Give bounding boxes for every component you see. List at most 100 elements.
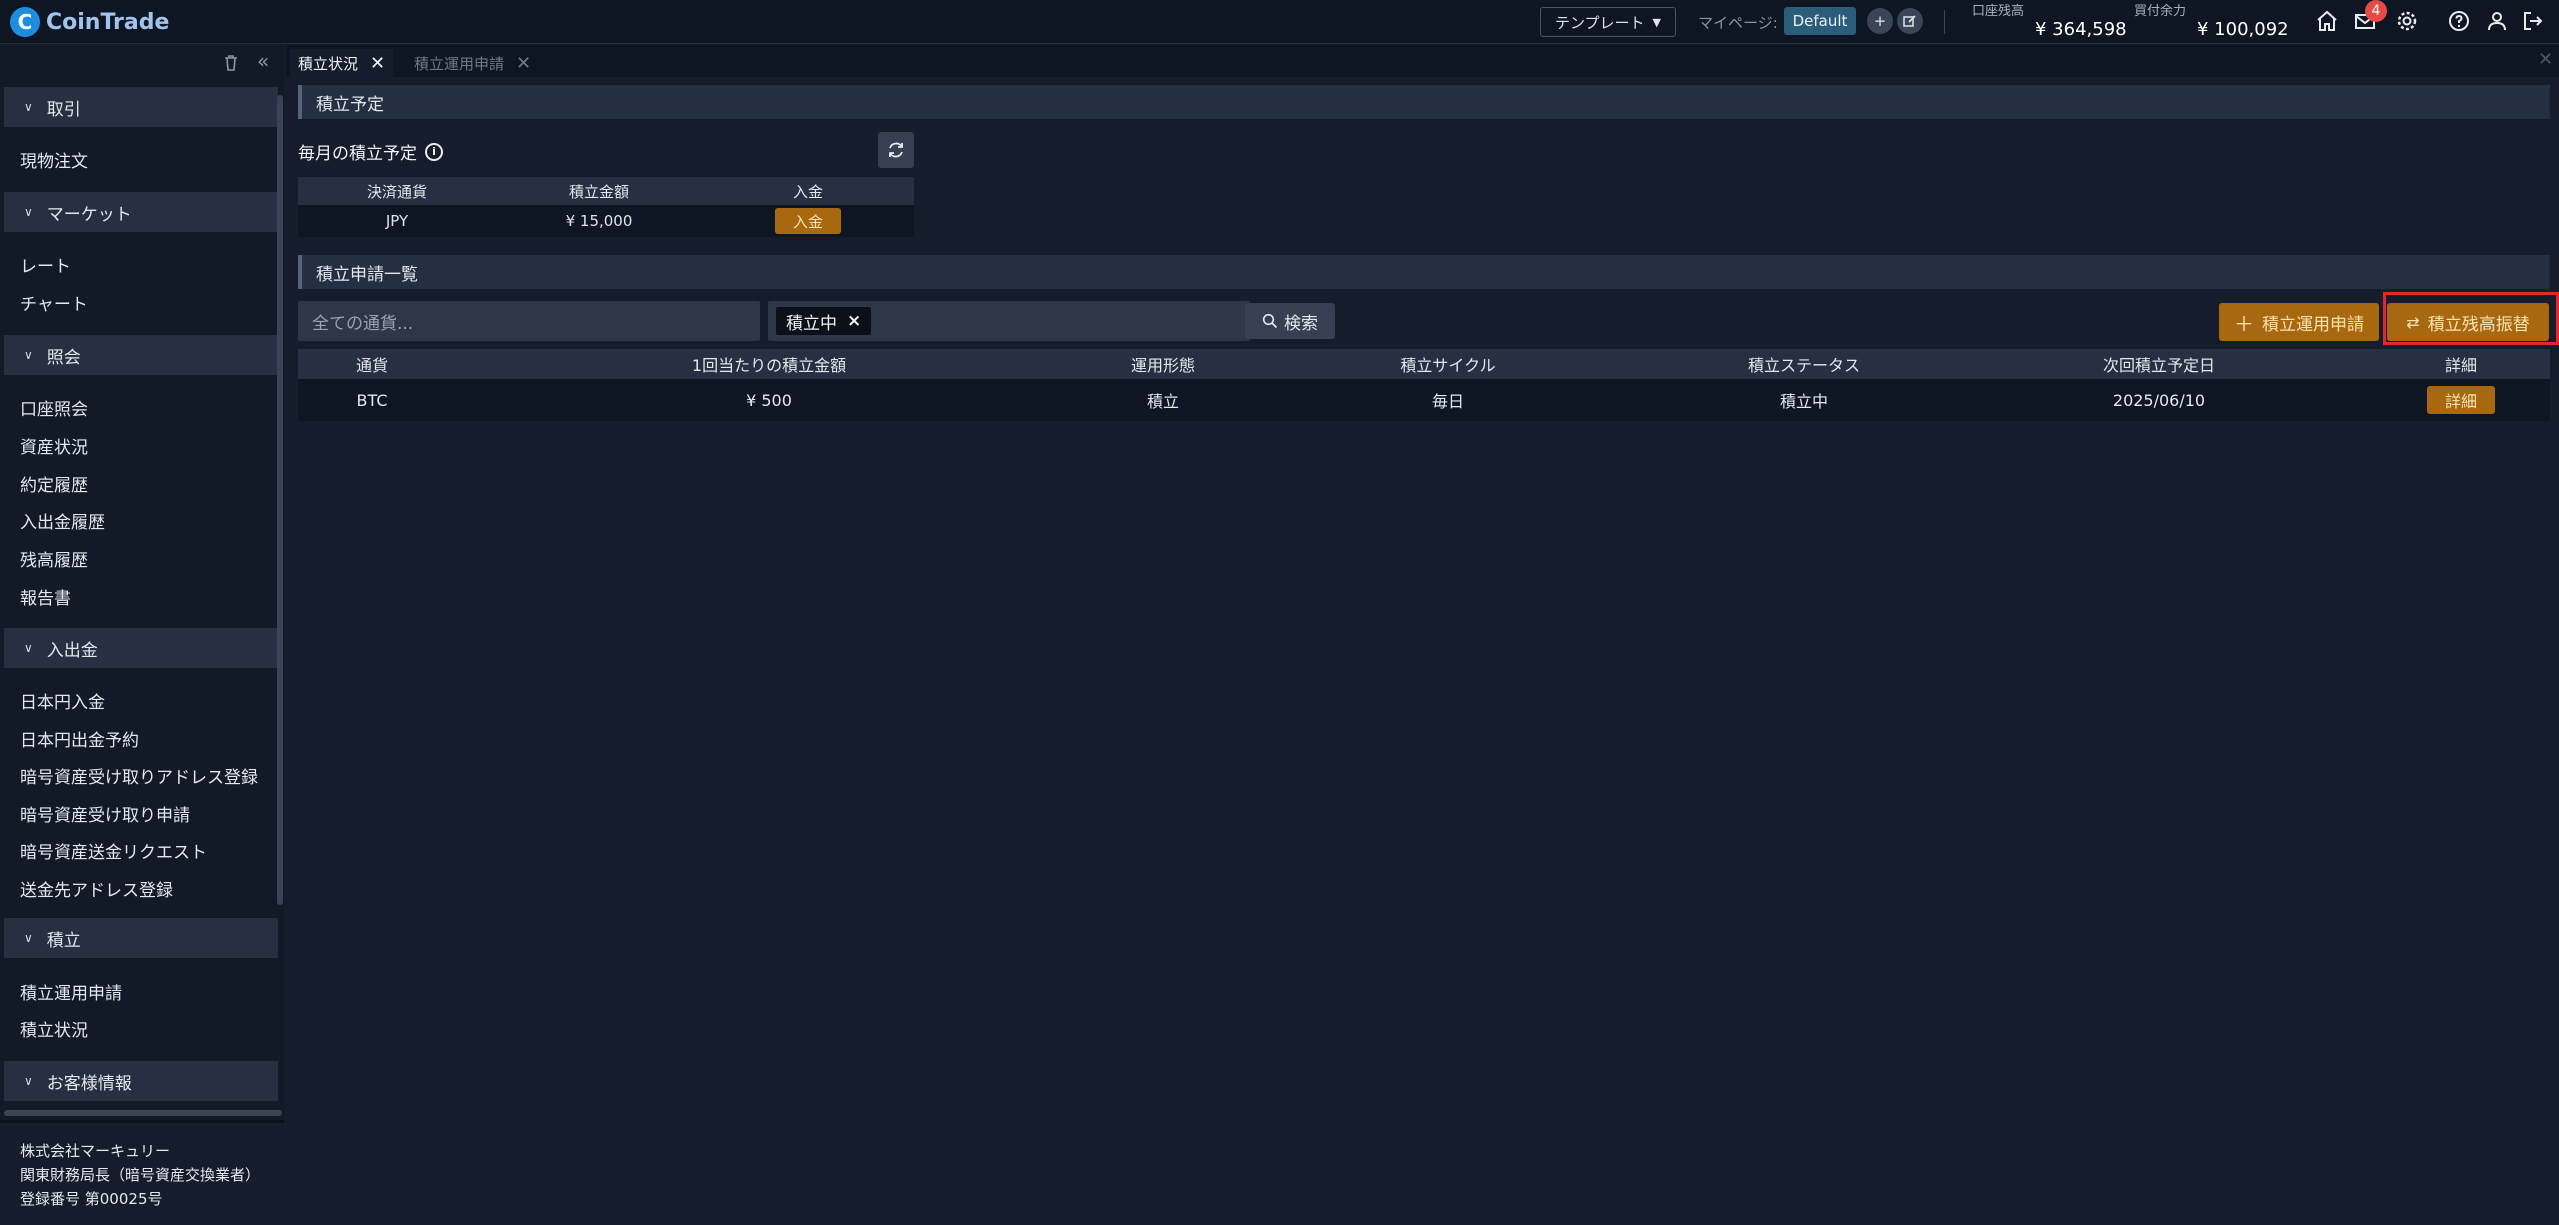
sidebar-item-balance-history[interactable]: 残高履歴 [20, 546, 88, 571]
highlight-box [2383, 292, 2559, 345]
chevron-down-icon: ∨ [24, 641, 33, 655]
tab-bar: 積立状況 ✕ 積立運用申請 ✕ ✕ [286, 45, 2559, 77]
plan-table: 決済通貨 積立金額 入金 JPY ¥ 15,000 入金 [298, 177, 914, 237]
tab-label: 積立運用申請 [414, 54, 505, 73]
balance-value: ¥ 364,598 [2035, 19, 2127, 40]
deposit-button[interactable]: 入金 [775, 208, 841, 234]
monthly-plan-label: 毎月の積立予定 i [298, 139, 443, 164]
sidebar-item-reports[interactable]: 報告書 [20, 584, 71, 609]
chevron-down-icon: ∨ [24, 1074, 33, 1088]
column-header: 積立ステータス [1747, 356, 1860, 375]
sidebar-section-trade[interactable]: ∨ 取引 [4, 87, 278, 127]
accumulation-table: 通貨 1回当たりの積立金額 運用形態 積立サイクル 積立ステータス 次回積立予定… [298, 349, 2550, 421]
accumulation-apply-button[interactable]: ＋ 積立運用申請 [2219, 303, 2379, 341]
sidebar-section-deposit-withdraw[interactable]: ∨ 入出金 [4, 628, 278, 668]
logo-text: CoinTrade [46, 9, 170, 35]
tab-accumulation-status[interactable]: 積立状況 ✕ [290, 49, 394, 77]
sidebar-item-account-inquiry[interactable]: 口座照会 [20, 395, 88, 420]
sidebar-section-accumulation[interactable]: ∨ 積立 [4, 918, 278, 958]
column-header: 積立金額 [568, 182, 629, 201]
close-icon[interactable]: ✕ [370, 53, 385, 74]
sidebar-section-market[interactable]: ∨ マーケット [4, 192, 278, 232]
row-currency: BTC [356, 390, 388, 410]
plus-icon: + [1873, 12, 1887, 30]
detail-button[interactable]: 詳細 [2427, 386, 2495, 414]
settings-button[interactable] [2392, 6, 2422, 36]
template-dropdown[interactable]: テンプレート ▼ [1540, 7, 1676, 37]
edit-mypage-button[interactable] [1897, 8, 1923, 34]
logo-icon: C [10, 7, 40, 37]
close-panel-icon[interactable]: ✕ [2538, 49, 2553, 70]
column-header: 次回積立予定日 [2102, 356, 2215, 375]
column-header: 運用形態 [1130, 356, 1195, 375]
sidebar-item-accumulation-status[interactable]: 積立状況 [20, 1016, 88, 1041]
header-divider [1944, 10, 1945, 34]
add-mypage-button[interactable]: + [1867, 8, 1893, 34]
column-header: 1回当たりの積立金額 [691, 356, 847, 375]
apply-button-label: 積立運用申請 [2262, 314, 2364, 335]
chevron-down-icon: ∨ [24, 931, 33, 945]
main-content: 積立状況 ✕ 積立運用申請 ✕ ✕ 積立予定 毎月の積立予定 i 決済通貨 積立… [286, 45, 2559, 1225]
sidebar-item-deposit-history[interactable]: 入出金履歴 [20, 508, 105, 533]
plan-currency: JPY [385, 212, 409, 230]
balance-label: 口座残高 [1972, 4, 2025, 19]
table-header: 通貨 1回当たりの積立金額 運用形態 積立サイクル 積立ステータス 次回積立予定… [298, 349, 2550, 379]
sidebar-section-label: 取引 [46, 99, 81, 120]
chevron-down-icon: ∨ [24, 205, 33, 219]
trash-icon[interactable] [222, 54, 240, 72]
status-tag-label: 積立中 [786, 313, 837, 334]
sidebar-item-chart[interactable]: チャート [20, 290, 88, 315]
logo[interactable]: C CoinTrade [10, 7, 169, 37]
info-icon[interactable]: i [425, 142, 443, 161]
tab-label: 積立状況 [298, 54, 359, 73]
home-icon [2317, 10, 2337, 31]
row-next-date: 2025/06/10 [2112, 390, 2206, 410]
column-header: 決済通貨 [366, 182, 427, 201]
sidebar-item-accumulation-apply[interactable]: 積立運用申請 [20, 979, 122, 1004]
sidebar-section-customer-info[interactable]: ∨ お客様情報 [4, 1061, 278, 1101]
sidebar-scrollbar[interactable] [277, 95, 283, 905]
mypage-default-button[interactable]: Default [1784, 7, 1856, 35]
sidebar-item-spot-order[interactable]: 現物注文 [20, 147, 88, 172]
home-button[interactable] [2312, 6, 2342, 36]
account-button[interactable] [2482, 6, 2512, 36]
sidebar-section-label: 入出金 [46, 640, 98, 661]
sidebar-item-trade-history[interactable]: 約定履歴 [20, 471, 88, 496]
buying-power-value: ¥ 100,092 [2197, 19, 2289, 40]
help-button[interactable] [2444, 6, 2474, 36]
edit-icon [1903, 15, 1916, 27]
tab-accumulation-apply[interactable]: 積立運用申請 ✕ [406, 49, 539, 77]
close-icon[interactable]: ✕ [516, 53, 531, 74]
sidebar-item-asset-status[interactable]: 資産状況 [20, 433, 88, 458]
sidebar-item-send-address[interactable]: 送金先アドレス登録 [20, 876, 173, 901]
refresh-button[interactable] [878, 132, 914, 168]
sidebar-item-jpy-withdraw[interactable]: 日本円出金予約 [20, 726, 139, 751]
sidebar-item-crypto-address[interactable]: 暗号資産受け取りアドレス登録 [20, 763, 258, 788]
top-bar: C CoinTrade テンプレート ▼ マイページ: Default + 口座… [0, 0, 2559, 44]
table-row: JPY ¥ 15,000 入金 [298, 205, 914, 237]
column-header: 積立サイクル [1400, 356, 1496, 375]
column-header: 通貨 [355, 356, 388, 375]
buying-power-label: 買付余力 [2134, 4, 2187, 19]
sidebar-horizontal-scrollbar[interactable] [4, 1110, 282, 1116]
chevron-down-icon: ∨ [24, 100, 33, 114]
search-button[interactable]: 検索 [1245, 303, 1335, 339]
list-section-title: 積立申請一覧 [298, 255, 2550, 289]
status-tag: 積立中 × [776, 307, 872, 335]
search-button-label: 検索 [1284, 313, 1318, 334]
status-filter[interactable]: 積立中 × [768, 301, 1250, 341]
sidebar-section-inquiry[interactable]: ∨ 照会 [4, 335, 278, 375]
sidebar-item-rate[interactable]: レート [20, 252, 71, 277]
collapse-sidebar-icon[interactable]: « [257, 49, 269, 73]
currency-filter-input[interactable]: 全ての通貨... [298, 301, 760, 341]
chevron-down-icon: ∨ [24, 348, 33, 362]
tag-remove-icon[interactable]: × [847, 311, 861, 331]
sidebar-item-jpy-deposit[interactable]: 日本円入金 [20, 688, 105, 713]
logout-button[interactable] [2518, 6, 2548, 36]
table-row: BTC ¥ 500 積立 毎日 積立中 2025/06/10 詳細 [298, 379, 2550, 421]
sidebar-item-crypto-send[interactable]: 暗号資産送金リクエスト [20, 838, 207, 863]
monthly-plan-text: 毎月の積立予定 [298, 144, 417, 164]
logout-icon [2524, 12, 2543, 30]
sidebar-item-crypto-receive[interactable]: 暗号資産受け取り申請 [20, 801, 190, 826]
row-amount: ¥ 500 [746, 390, 792, 410]
